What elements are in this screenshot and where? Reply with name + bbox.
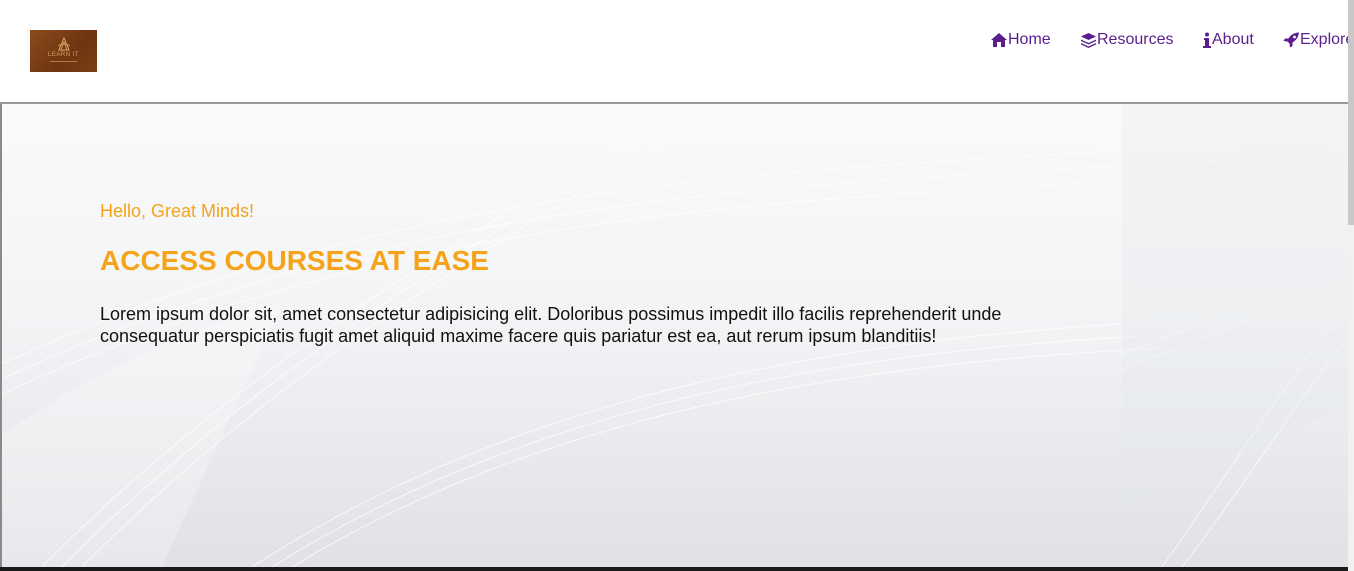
logo[interactable]: LEARN IT <box>30 30 97 72</box>
nav-label-about: About <box>1212 31 1254 48</box>
nav-item-home[interactable]: Home <box>990 30 1051 50</box>
info-icon <box>1203 32 1211 48</box>
logo-text: LEARN IT <box>47 52 79 58</box>
main-nav: Home Resources About Explore <box>990 30 1348 50</box>
home-icon <box>991 33 1007 47</box>
rocket-icon <box>1283 32 1299 48</box>
hero-description: Lorem ipsum dolor sit, amet consectetur … <box>100 304 1002 346</box>
nav-item-explore[interactable]: Explore <box>1283 30 1348 50</box>
layers-icon <box>1081 33 1096 48</box>
nav-label-resources: Resources <box>1097 31 1174 48</box>
scrollbar-thumb[interactable] <box>1348 0 1354 225</box>
hero-section: Hello, Great Minds! ACCESS COURSES AT EA… <box>0 104 1348 567</box>
nav-item-about[interactable]: About <box>1202 30 1254 50</box>
bottom-divider <box>0 567 1348 571</box>
hero-greeting: Hello, Great Minds! <box>100 201 255 221</box>
page-scrollbar[interactable] <box>1348 0 1354 571</box>
nav-label-home: Home <box>1008 31 1051 48</box>
site-header: LEARN IT Home Resources About Explor <box>0 0 1348 104</box>
nav-label-explore: Explore <box>1300 31 1348 48</box>
logo-icon <box>57 36 71 51</box>
nav-item-resources[interactable]: Resources <box>1080 30 1173 50</box>
hero-headline: ACCESS COURSES AT EASE <box>100 245 489 276</box>
logo-underline <box>50 61 77 62</box>
